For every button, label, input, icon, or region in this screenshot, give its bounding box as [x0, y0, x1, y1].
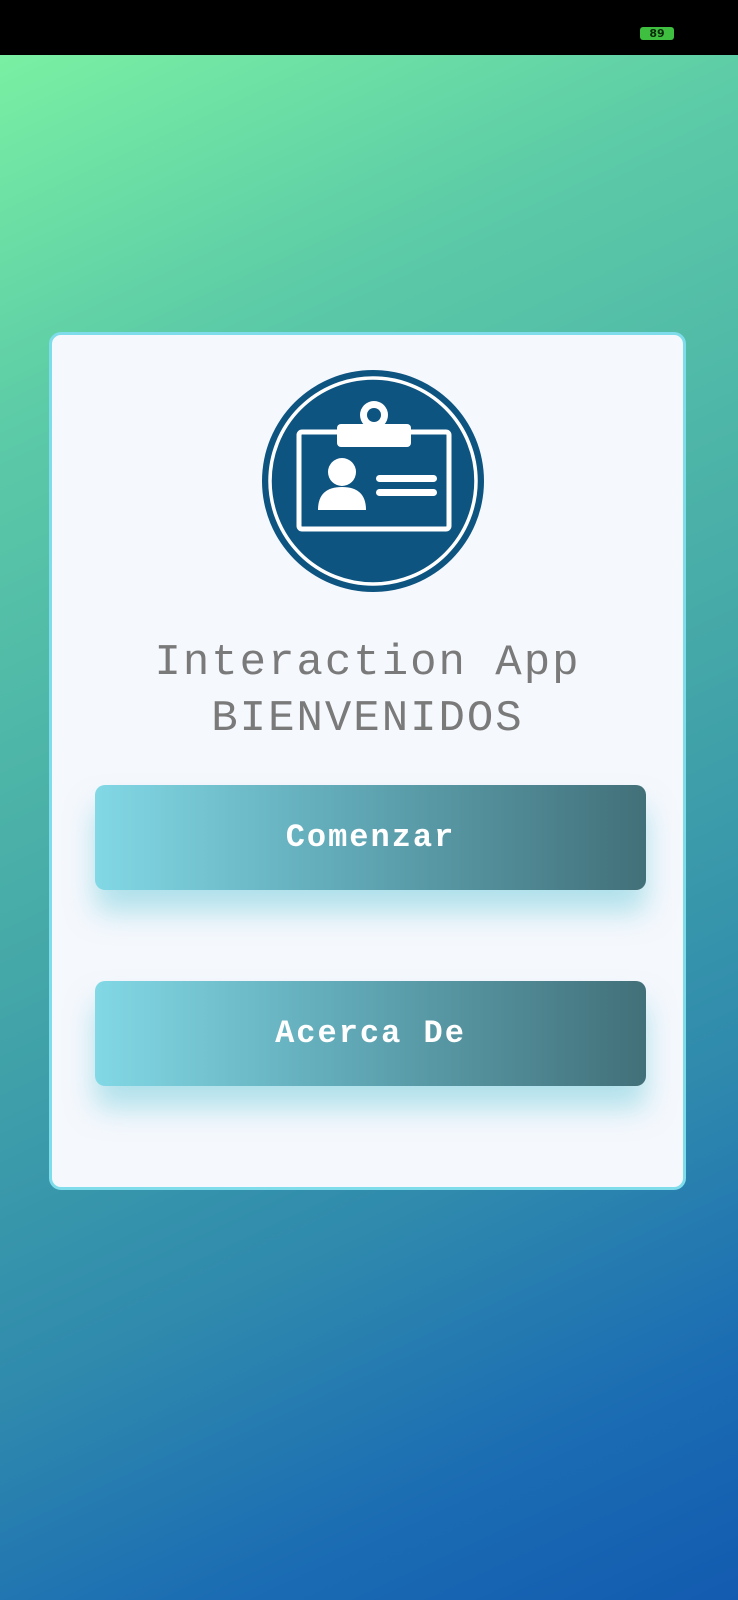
start-button[interactable]: Comenzar: [95, 785, 646, 890]
status-bar: 89: [0, 0, 738, 55]
battery-icon: 89: [640, 27, 674, 40]
battery-level: 89: [649, 27, 665, 40]
id-badge-icon: [262, 370, 484, 592]
welcome-heading: BIENVENIDOS: [211, 694, 524, 744]
welcome-card: Interaction App BIENVENIDOS Comenzar Ace…: [49, 332, 686, 1190]
app-title: Interaction App BIENVENIDOS: [52, 635, 683, 747]
app-title-name: Interaction App: [154, 638, 581, 688]
about-button[interactable]: Acerca De: [95, 981, 646, 1086]
